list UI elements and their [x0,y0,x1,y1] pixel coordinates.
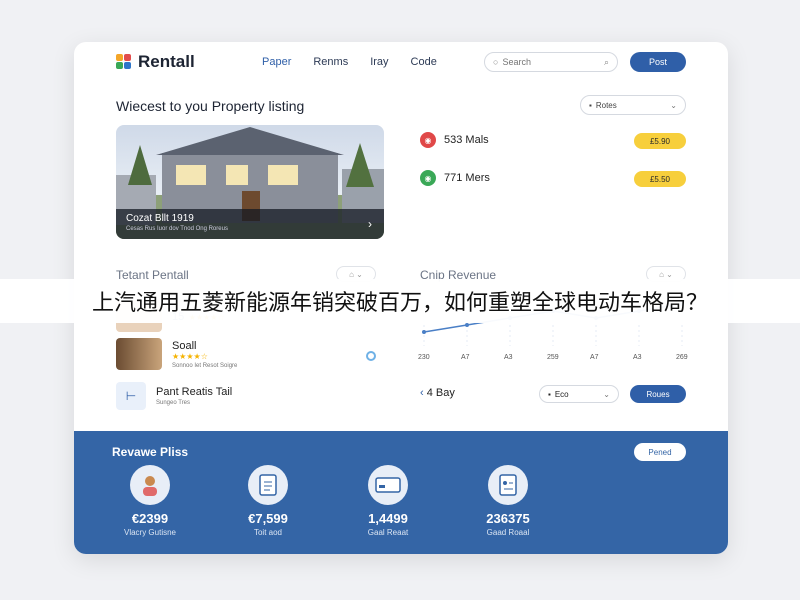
rooms-select-value: Rotes [595,100,617,110]
search-icon[interactable]: ⌕ [604,57,609,68]
revenue-panel: Revawe Pliss Pened €2399 Vlacry Gutisne … [74,431,728,554]
star-rating: ★★★★☆ [172,351,208,361]
eco-select[interactable]: ▪ Eco ⌄ [539,385,619,403]
tenant-name: Soall [172,339,197,352]
chevron-right-icon[interactable]: › [368,217,372,231]
stat-row-1: ◉ 533 Mals [420,132,489,148]
page-title: Wiecest to you Property listing [116,98,305,114]
metric-card[interactable]: €7,599 Toit aod [220,465,316,537]
main-nav: Paper Renms Iray Code [262,56,437,68]
top-navbar: Rentall Paper Renms Iray Code ○ ⌕ Post [74,42,728,92]
day-range-label: ‹ 4 Bay [420,387,455,399]
chart-point [465,323,469,327]
document-icon: ⊢ [116,382,146,410]
property-subtitle: Cesas Rus Iuor dov Tnod Ong Roreus [126,226,228,232]
chart-x-tick-label: A7 [461,354,470,361]
alert-icon: ◉ [420,132,436,148]
nav-item-paper[interactable]: Paper [262,56,291,68]
tenant-subtitle: Sonnoo Iet Resot Soigre [172,362,238,369]
brand-logo[interactable]: Rentall [116,52,195,72]
chevron-down-icon: ⌄ [603,389,610,399]
metric-value: €7,599 [248,511,288,526]
person-icon [130,465,170,505]
metric-label: Vlacry Gutisne [123,528,177,537]
stat-label: 533 Mals [444,134,489,146]
check-icon: ◉ [420,170,436,186]
chart-x-tick-label: 259 [547,354,559,361]
price-badge: £5.50 [634,171,686,187]
day-range-value: 4 Bay [426,387,455,399]
headline-text: 上汽通用五菱新能源年销突破百万，如何重塑全球电动车格局？ [91,291,708,316]
price-badge: £5.90 [634,133,686,149]
metric-value: 236375 [486,511,530,526]
post-button[interactable]: Post [630,52,686,72]
card-icon [368,465,408,505]
metric-card[interactable]: €2399 Vlacry Gutisne [102,465,198,537]
chevron-down-icon: ⌄ [670,100,677,110]
nav-item-iray[interactable]: Iray [370,56,388,68]
chart-x-tick-label: 269 [676,354,688,361]
metric-value: 1,4499 [368,511,408,526]
metric-label: Gaal Reaat [367,528,409,537]
metric-label: Gaad Roaal [486,528,530,537]
list-item[interactable]: ⊢ Pant Reatis Tail Sungeo Tres [116,382,232,410]
chart-x-tick-label: A3 [504,354,513,361]
arrow-left-icon[interactable]: ‹ [420,387,424,399]
list-item[interactable]: Soall ★★★★☆ Sonnoo Iet Resot Soigre [116,338,237,370]
lock-icon: ▪ [589,100,592,110]
pened-button[interactable]: Pened [634,443,686,461]
metric-value: €2399 [131,511,169,526]
chart-x-tick-label: A7 [590,354,599,361]
search-input[interactable] [502,57,593,67]
chart-point [422,330,426,334]
radio-button[interactable] [366,351,376,361]
metric-card[interactable]: 1,4499 Gaal Reaat [340,465,436,537]
property-title: Cozat Bllt 1919 [126,213,194,224]
nav-item-renms[interactable]: Renms [313,56,348,68]
search-box: ○ ⌕ [484,52,618,72]
tenant-subtitle: Sungeo Tres [156,400,191,406]
chart-x-tick-label: 230 [418,354,430,361]
report-icon [488,465,528,505]
headline-banner: 上汽通用五菱新能源年销突破百万，如何重塑全球电动车格局？ [0,279,800,323]
stat-label: 771 Mers [444,172,490,184]
logo-icon [116,54,132,70]
document-icon [248,465,288,505]
stat-row-2: ◉ 771 Mers [420,170,490,186]
metric-card[interactable]: 236375 Gaad Roaal [460,465,556,537]
brand-name: Rentall [138,52,195,71]
nav-item-code[interactable]: Code [411,56,437,68]
roues-button[interactable]: Roues [630,385,686,403]
property-caption: Cozat Bllt 1919 Cesas Rus Iuor dov Tnod … [116,209,384,239]
property-card[interactable]: Cozat Bllt 1919 Cesas Rus Iuor dov Tnod … [116,125,384,239]
chart-x-tick-label: A3 [633,354,642,361]
tenant-name: Pant Reatis Tail [156,386,233,398]
eco-select-value: Eco [554,389,569,399]
room-thumbnail [116,338,162,370]
search-prefix-icon: ○ [493,57,499,67]
panel-title: Revawe Pliss [112,445,189,459]
metric-label: Toit aod [253,528,283,537]
lock-icon: ▪ [548,389,551,399]
rooms-select[interactable]: ▪ Rotes ⌄ [580,95,686,115]
